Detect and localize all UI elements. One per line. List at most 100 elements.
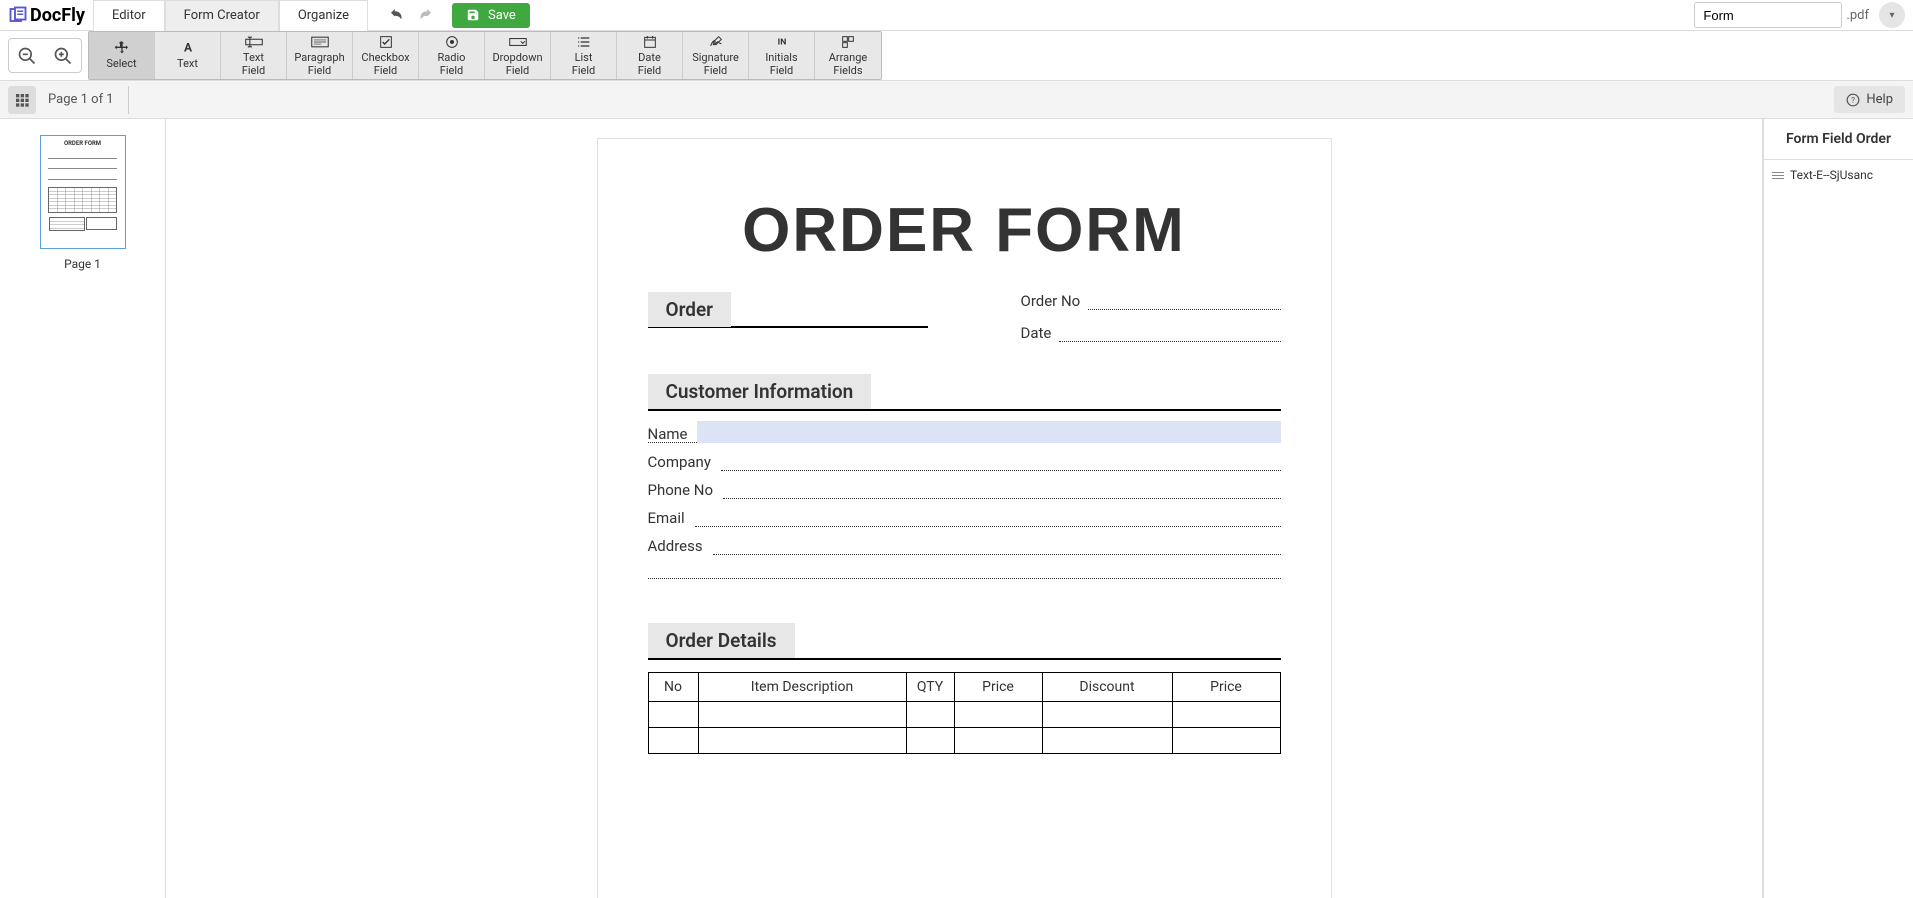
thumb-decor [49,217,85,230]
tool-radio-field[interactable]: Radio Field [419,32,485,79]
page-thumbnail[interactable]: ORDER FORM [40,135,126,249]
tool-paragraph-field[interactable]: Paragraph Field [287,32,353,79]
move-icon [111,40,133,56]
arrange-icon [837,34,859,50]
svg-text:IN: IN [777,38,786,48]
form-field-order-panel: Form Field Order Text-E--SjUsanc [1763,119,1913,898]
main-area: ORDER FORM Page 1 ORDER FORM Order Orde [0,119,1913,898]
secondary-bar: Page 1 of 1 ? Help [0,81,1913,119]
dotted-line [1088,296,1280,310]
logo-icon [8,6,28,24]
svg-text:A: A [183,41,192,55]
filename-area: .pdf ▾ [1694,2,1905,28]
dotted-line [723,485,1281,499]
tab-editor[interactable]: Editor [93,0,165,31]
tool-date-field[interactable]: Date Field [617,32,683,79]
thumb-title: ORDER FORM [64,140,101,147]
tool-checkbox-field-label: Checkbox Field [361,52,409,76]
tool-arrange-fields-label: Arrange Fields [829,52,867,76]
tool-initials-field[interactable]: IN Initials Field [749,32,815,79]
tool-text-field[interactable]: Text Field [221,32,287,79]
label-phone: Phone No [648,481,714,499]
tool-text[interactable]: A Text [155,32,221,79]
table-row [648,728,1280,754]
more-menu-button[interactable]: ▾ [1879,2,1905,28]
radio-icon [441,34,463,50]
zoom-out-icon [17,46,37,66]
app-name: DocFly [30,5,85,26]
tool-text-field-label: Text Field [242,52,265,76]
page-1[interactable]: ORDER FORM Order Order No Date Customer … [598,139,1331,898]
tool-signature-field[interactable]: Signature Field [683,32,749,79]
filename-ext: .pdf [1846,8,1869,23]
paragraph-field-icon [309,34,331,50]
help-icon: ? [1846,93,1860,107]
thumb-label: Page 1 [64,257,101,271]
thumb-decor [86,217,116,230]
zoom-in-icon [53,46,73,66]
tool-list-field[interactable]: List Field [551,32,617,79]
table-row [648,702,1280,728]
canvas-pane[interactable]: ORDER FORM Order Order No Date Customer … [166,119,1763,898]
dotted-line [1059,328,1280,342]
section-customer-head: Customer Information [648,374,872,409]
tool-select-label: Select [106,58,136,70]
redo-button[interactable] [414,4,436,26]
tool-signature-field-label: Signature Field [692,52,739,76]
tool-arrange-fields[interactable]: Arrange Fields [815,32,881,79]
tool-paragraph-field-label: Paragraph Field [294,52,344,76]
field-order-item[interactable]: Text-E--SjUsanc [1764,160,1913,190]
drag-handle-icon[interactable] [1772,172,1784,179]
tab-form-creator[interactable]: Form Creator [165,0,279,31]
tool-initials-field-label: Initials Field [765,52,797,76]
list-icon [573,34,595,50]
section-rule [648,409,1281,411]
dotted-line [721,457,1281,471]
th-discount: Discount [1042,673,1172,702]
th-no: No [648,673,698,702]
form-text-field[interactable] [697,421,1280,443]
tool-dropdown-field-label: Dropdown Field [492,52,542,76]
section-rule [648,658,1281,660]
thumb-decor [48,162,116,170]
label-name: Name [648,425,688,443]
dotted-line [695,513,1281,527]
tool-dropdown-field[interactable]: Dropdown Field [485,32,551,79]
top-bar: DocFly Editor Form Creator Organize Save… [0,0,1913,31]
dropdown-icon [507,34,529,50]
label-email: Email [648,509,685,527]
svg-text:?: ? [1851,94,1855,104]
right-panel-title: Form Field Order [1764,119,1913,160]
undo-button[interactable] [386,4,408,26]
text-icon: A [177,40,199,56]
initials-icon: IN [771,34,793,50]
thumbnails-toggle-button[interactable] [8,86,36,114]
tab-organize[interactable]: Organize [279,0,368,31]
top-actions: Save [386,3,530,28]
thumb-decor [48,151,116,159]
field-toolbar: Select A Text Text Field Paragraph Field… [0,31,1913,81]
undo-icon [388,6,406,24]
filename-input[interactable] [1694,2,1842,28]
label-company: Company [648,453,711,471]
grid-icon [14,92,30,108]
tool-date-field-label: Date Field [638,52,661,76]
save-button[interactable]: Save [452,3,530,28]
th-price2: Price [1172,673,1280,702]
label-date: Date [1021,324,1052,342]
tool-text-label: Text [177,58,198,70]
help-button[interactable]: ? Help [1834,86,1905,113]
tool-list-field-label: List Field [572,52,595,76]
text-field-icon [243,34,265,50]
zoom-out-button[interactable] [11,40,43,72]
tool-select[interactable]: Select [89,32,155,79]
thumb-decor [48,187,116,214]
tool-checkbox-field[interactable]: Checkbox Field [353,32,419,79]
checkbox-icon [375,34,397,50]
th-price: Price [954,673,1042,702]
zoom-in-button[interactable] [47,40,79,72]
th-qty: QTY [906,673,954,702]
th-desc: Item Description [698,673,906,702]
save-icon [466,8,480,22]
tool-radio-field-label: Radio Field [438,52,466,76]
